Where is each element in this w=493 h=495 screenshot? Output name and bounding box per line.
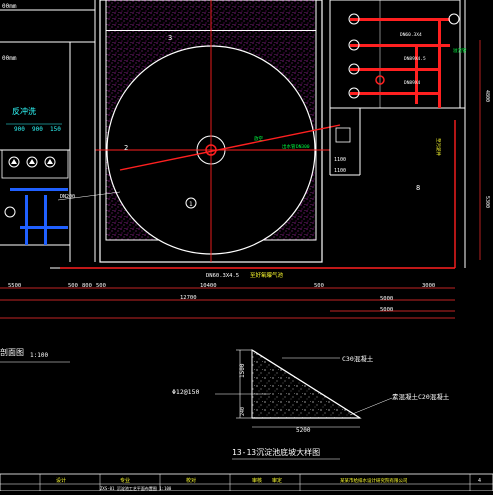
detail-title: 13-13沉淀池底坡大样图: [232, 447, 320, 457]
left-dim-1: 900: [14, 126, 25, 133]
upper-dn-2: DN89X4.5: [404, 56, 426, 62]
right-tag: 8: [416, 184, 420, 192]
label-top-2: 00mm: [2, 55, 17, 62]
dim-top-4: 500: [96, 283, 106, 289]
left-building: 00mm 00mm 反冲洗 900 900 150 DN200: [0, 0, 121, 269]
detail-concrete-bottom: 素混凝土C20混凝土: [392, 392, 450, 401]
label-top-1: 00mm: [2, 3, 17, 10]
tb-project-number: 4: [478, 478, 481, 484]
tb-cell-4: 审核: [252, 477, 262, 484]
title-block: 设计 专业 校对 审核 审定 某某市给排水设计研究院有限公司 4 ZXS-01 …: [0, 473, 493, 492]
dim-top-5: 10400: [200, 283, 217, 289]
section-detail: 1500 240 5200 C30混凝土 Φ12@150 素混凝土C20混凝土 …: [172, 349, 450, 460]
section-ref: 2: [124, 144, 128, 152]
tb-footer: ZXS-01 沉淀池工艺平面布置图 1:100: [100, 485, 172, 491]
dim-top-1: 5500: [8, 283, 21, 289]
dim-1100-a: 1100: [334, 157, 346, 163]
valve-label: 放空: [254, 135, 263, 142]
section-left: 剖面图 1:100: [0, 347, 70, 363]
overflow-label: 溢流管: [453, 47, 467, 54]
settling-tank: [95, 0, 330, 263]
upper-dn-3: DN89X4: [404, 80, 421, 86]
dim-right-1: 5000: [380, 296, 393, 302]
dim-mid: 12700: [180, 295, 197, 301]
pipe-dn-callout: DN60.3X4.5: [206, 273, 239, 279]
tb-cell-1: 设计: [56, 477, 66, 484]
tb-company: 某某市给排水设计研究院有限公司: [340, 477, 408, 484]
section-left-scale: 1:100: [30, 352, 48, 359]
left-panel-title: 反冲洗: [12, 106, 36, 116]
left-dim-3: 150: [50, 126, 61, 133]
mid-pipe-label: 出水管: [282, 143, 296, 150]
valve-icon-5: [448, 13, 460, 25]
upper-dn-1: DN60.3X4: [400, 32, 422, 38]
cad-drawing-svg: 00mm 00mm 反冲洗 900 900 150 DN200 DN60.3X4…: [0, 0, 493, 492]
cad-drawing-canvas: 00mm 00mm 反冲洗 900 900 150 DN200 DN60.3X4…: [0, 0, 493, 492]
section-left-label: 剖面图: [0, 347, 24, 357]
tb-cell-2: 专业: [120, 477, 130, 484]
detail-height: 1500: [239, 363, 246, 378]
detail-rebar: Φ12@150: [172, 388, 199, 396]
dim-top-3: 800: [82, 283, 92, 289]
detail-small-dim: 240: [240, 407, 246, 416]
mid-pipe-label-2: DN300: [296, 144, 310, 150]
tb-cell-5: 审定: [272, 477, 282, 484]
dim-1100-b: 1100: [334, 168, 346, 174]
dim-right-2: 5000: [380, 307, 393, 313]
dim-top-2: 500: [68, 283, 78, 289]
pipe-destination-label: 至好氧曝气池: [250, 271, 284, 279]
tb-cell-3: 校对: [186, 477, 196, 484]
dim-top-6: 500: [314, 283, 324, 289]
valve-icon-left: [4, 206, 16, 218]
detail-concrete-top: C30混凝土: [342, 354, 374, 363]
left-note: DN200: [60, 194, 75, 200]
left-dim-2: 900: [32, 126, 43, 133]
center-tag: 1: [189, 201, 193, 208]
dim-vert-1: 4800: [484, 90, 490, 102]
dim-top-7: 3000: [422, 283, 435, 289]
detail-width: 5200: [296, 427, 311, 434]
section-ref-top: 3: [168, 34, 172, 42]
right-pipe-label: 至污泥井: [435, 138, 442, 156]
dim-vert-2: 5300: [484, 196, 490, 208]
